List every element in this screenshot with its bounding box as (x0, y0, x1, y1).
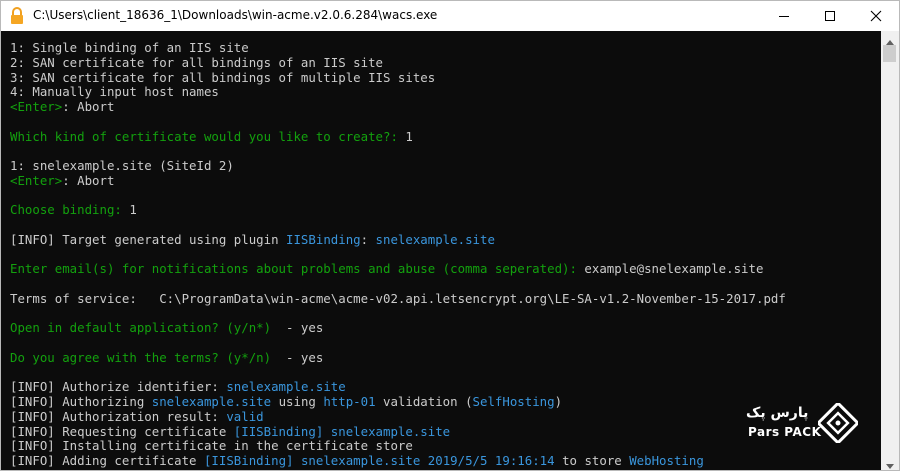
console-text-segment: using (271, 394, 324, 409)
console-text-segment: - yes (271, 349, 324, 365)
console-text-segment: example@snelexample.site (584, 261, 764, 277)
console-text-segment: [INFO] Authorize identifier: (10, 379, 227, 395)
console-text-segment: : (360, 231, 376, 247)
console-line: Enter email(s) for notifications about p… (10, 261, 786, 277)
console-window: C:\Users\client_18636_1\Downloads\win-ac… (0, 0, 900, 471)
parspack-logo-icon (816, 401, 860, 445)
console-text-segment: http-01 (323, 394, 376, 409)
console-text-segment: [IISBinding] snelexample.site (233, 423, 451, 439)
close-button[interactable] (853, 1, 899, 31)
console-line: <Enter>: Abort (10, 172, 786, 189)
console-text-segment: [INFO] Requesting certificate (10, 423, 234, 439)
console-text-segment: <Enter> (10, 172, 63, 188)
console-text-segment: ) (554, 394, 563, 409)
console-line: [INFO] Authorize identifier: snelexample… (10, 379, 786, 395)
console-text-segment: Open in default application? (y/n*) (10, 320, 272, 336)
maximize-icon (824, 7, 836, 26)
console-line: 4: Manually input host names (10, 84, 786, 100)
console-text-segment: IISBinding (286, 231, 361, 247)
console-text-segment: 1 (129, 202, 137, 218)
console-text-segment: [INFO] Authorizing (10, 394, 152, 409)
lock-icon (9, 7, 25, 25)
console-line: [INFO] Installing certificate in the cer… (10, 438, 786, 454)
close-icon (870, 7, 882, 26)
console-text-segment: [INFO] Authorization result: (10, 408, 227, 424)
console-line: Open in default application? (y/n*) - ye… (10, 320, 786, 336)
console-text-segment: [INFO] Installing certificate in the cer… (10, 438, 413, 454)
console-line: Which kind of certificate would you like… (10, 128, 786, 145)
watermark-persian-text: پارس پک (746, 405, 809, 421)
console-line: [INFO] Authorization result: valid (10, 408, 786, 425)
console-text-segment (420, 453, 427, 468)
minimize-icon (778, 7, 790, 26)
console-text-segment: - yes (271, 320, 324, 336)
console-text-segment: : Abort (62, 99, 115, 114)
console-line: 2: SAN certificate for all bindings of a… (10, 54, 786, 71)
console-text-segment: validation ( (375, 394, 473, 409)
console-text-segment: 1: Single binding of an IIS site (10, 40, 249, 55)
console-text-segment: snelexample.site (375, 231, 495, 247)
console-line: Choose binding: 1 (10, 202, 786, 218)
console-line: Do you agree with the terms? (y*/n) - ye… (10, 349, 786, 366)
console-text-segment: 2019/5/5 19:16:14 (427, 453, 555, 468)
console-line: [INFO] Target generated using plugin IIS… (10, 231, 786, 248)
window-title: C:\Users\client_18636_1\Downloads\win-ac… (33, 8, 438, 22)
console-line: [INFO] Authorizing snelexample.site usin… (10, 394, 786, 410)
console-text-segment: 4: Manually input host names (10, 84, 219, 100)
minimize-button[interactable] (761, 1, 807, 31)
console-line: Terms of service: C:\ProgramData\win-acm… (10, 290, 786, 307)
parspack-watermark: پارس پک Pars PACK (746, 401, 876, 447)
console-text-segment: Terms of service: C:\ProgramData\win-acm… (10, 290, 786, 306)
console-text-segment: 3: SAN certificate for all bindings of m… (10, 69, 436, 85)
console-text-segment: 2: SAN certificate for all bindings of a… (10, 54, 383, 70)
console-text-segment: Do you agree with the terms? (y*/n) (10, 349, 272, 365)
console-text-segment: Which kind of certificate would you like… (10, 128, 406, 144)
console-text-segment: to store (554, 453, 630, 468)
console-text-segment: snelexample.site (151, 394, 272, 409)
console-text-segment: valid (226, 408, 264, 424)
console-text-segment: [INFO] Adding certificate (10, 453, 204, 468)
console-text-segment: Enter email(s) for notifications about p… (10, 261, 585, 277)
console-line: 1: snelexample.site (SiteId 2) (10, 158, 786, 174)
console-text-segment: WebHosting (629, 453, 704, 468)
console-line: 3: SAN certificate for all bindings of m… (10, 69, 786, 86)
scroll-down-button[interactable] (881, 454, 899, 470)
console-text-segment: [IISBinding] snelexample.site (203, 453, 421, 468)
vertical-scrollbar[interactable] (881, 31, 899, 470)
console-text-segment: 1: snelexample.site (SiteId 2) (10, 158, 234, 173)
watermark-english-text: Pars PACK (748, 425, 822, 439)
title-bar[interactable]: C:\Users\client_18636_1\Downloads\win-ac… (1, 1, 899, 31)
chevron-down-icon (886, 454, 894, 470)
scroll-thumb[interactable] (883, 45, 896, 62)
maximize-button[interactable] (807, 1, 853, 31)
console-text-segment: snelexample.site (226, 379, 346, 395)
console-text-segment: SelfHosting (472, 394, 555, 409)
console-line: 1: Single binding of an IIS site (10, 40, 786, 56)
console-lines: 1: Single binding of an IIS site 2: SAN c… (10, 40, 786, 469)
console-text-segment: <Enter> (10, 99, 63, 114)
console-text-segment: [INFO] Target generated using plugin (10, 231, 287, 247)
console-line: [INFO] Adding certificate [IISBinding] s… (10, 453, 786, 469)
console-line: <Enter>: Abort (10, 99, 786, 115)
console-text-segment: : Abort (62, 172, 115, 188)
console-text-segment: 1 (405, 128, 413, 144)
console-line: [INFO] Requesting certificate [IISBindin… (10, 423, 786, 440)
console-text-segment: Choose binding: (10, 202, 130, 218)
